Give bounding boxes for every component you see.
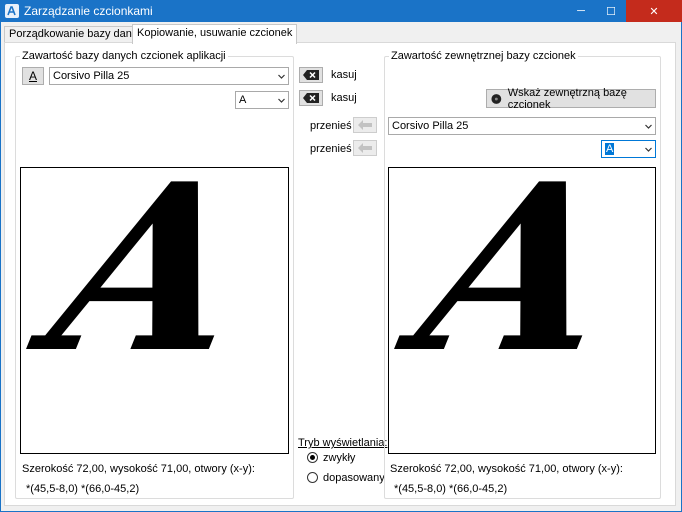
arrow-left-icon bbox=[358, 120, 372, 130]
font-manager-icon bbox=[5, 4, 19, 18]
external-size-info: Szerokość 72,00, wysokość 71,00, otwory … bbox=[390, 463, 623, 475]
chevron-down-icon bbox=[645, 124, 652, 129]
app-font-select[interactable]: Corsivo Pilla 25 bbox=[49, 67, 289, 85]
app-holes-info: *(45,5-8,0) *(66,0-45,2) bbox=[26, 483, 140, 495]
app-glyph-preview: A bbox=[20, 167, 289, 454]
delete-char-label: kasuj bbox=[331, 92, 357, 104]
app-size-info: Szerokość 72,00, wysokość 71,00, otwory … bbox=[22, 463, 255, 475]
mode-fitted-radio[interactable] bbox=[307, 472, 318, 483]
external-font-select[interactable]: Corsivo Pilla 25 bbox=[388, 117, 656, 135]
move-font-button[interactable] bbox=[353, 117, 377, 133]
char-select-button[interactable]: A bbox=[22, 67, 44, 85]
external-char-select[interactable]: A bbox=[601, 140, 656, 158]
move-font-label: przenieś bbox=[310, 120, 352, 132]
delete-font-label: kasuj bbox=[331, 69, 357, 81]
window-border-left bbox=[0, 22, 1, 512]
move-char-button[interactable] bbox=[353, 140, 377, 156]
delete-icon bbox=[303, 93, 319, 103]
maximize-button[interactable]: ☐ bbox=[596, 0, 626, 22]
char-select-button-label: A bbox=[28, 69, 37, 83]
app-glyph: A bbox=[32, 167, 269, 404]
browse-external-database-button[interactable]: Wskaż zewnętrzną bazę czcionek bbox=[486, 86, 656, 111]
external-glyph: A bbox=[400, 167, 637, 404]
move-char-label: przenieś bbox=[310, 143, 352, 155]
close-icon: ✕ bbox=[649, 5, 659, 18]
maximize-icon: ☐ bbox=[606, 5, 616, 18]
delete-icon bbox=[303, 70, 319, 80]
arrow-left-icon bbox=[358, 143, 372, 153]
tab-copy-delete-fonts[interactable]: Kopiowanie, usuwanie czcionek bbox=[132, 24, 298, 44]
disk-icon bbox=[491, 93, 502, 104]
display-mode-title: Tryb wyświetlania: bbox=[298, 437, 388, 449]
chevron-down-icon bbox=[278, 74, 285, 79]
mode-fitted-label[interactable]: dopasowany bbox=[323, 472, 385, 484]
minimize-button[interactable]: ─ bbox=[566, 0, 596, 22]
external-database-group-title: Zawartość zewnętrznej bazy czcionek bbox=[389, 50, 578, 62]
external-font-select-value: Corsivo Pilla 25 bbox=[392, 120, 469, 132]
app-char-select[interactable]: A bbox=[235, 91, 289, 109]
chevron-down-icon bbox=[645, 147, 652, 152]
window-title: Zarządzanie czcionkami bbox=[24, 4, 153, 18]
mode-normal-radio[interactable] bbox=[307, 452, 318, 463]
delete-char-button[interactable] bbox=[299, 90, 323, 106]
browse-external-database-label: Wskaż zewnętrzną bazę czcionek bbox=[507, 86, 627, 111]
minimize-icon: ─ bbox=[577, 5, 585, 17]
app-char-select-value: A bbox=[239, 94, 247, 106]
chevron-down-icon bbox=[278, 98, 285, 103]
mode-normal-label[interactable]: zwykły bbox=[323, 452, 355, 464]
external-char-select-value: A bbox=[605, 143, 615, 155]
app-font-select-value: Corsivo Pilla 25 bbox=[53, 70, 130, 82]
delete-font-button[interactable] bbox=[299, 67, 323, 83]
external-holes-info: *(45,5-8,0) *(66,0-45,2) bbox=[394, 483, 508, 495]
app-database-group-title: Zawartość bazy danych czcionek aplikacji bbox=[20, 50, 228, 62]
close-button[interactable]: ✕ bbox=[626, 0, 682, 22]
external-glyph-preview: A bbox=[388, 167, 656, 454]
